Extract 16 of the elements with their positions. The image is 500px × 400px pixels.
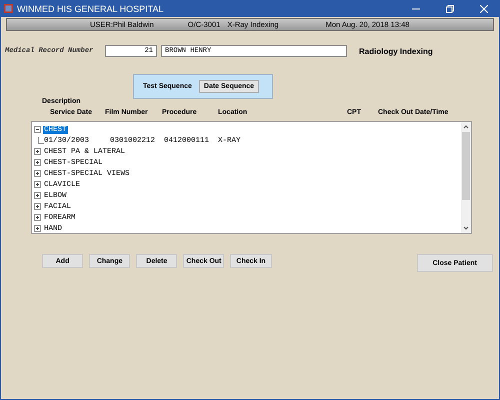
expand-icon[interactable] (34, 203, 41, 210)
expand-icon[interactable] (34, 192, 41, 199)
section-title: Radiology Indexing (359, 46, 433, 56)
window-title: WINMED HIS GENERAL HOSPITAL (17, 4, 165, 14)
tree-line-icon (38, 136, 44, 144)
scrollbar[interactable] (461, 122, 471, 233)
restore-icon[interactable] (446, 4, 454, 12)
expand-icon[interactable] (34, 214, 41, 221)
expand-icon[interactable] (34, 181, 41, 188)
expand-icon[interactable] (34, 225, 41, 232)
collapse-icon[interactable] (34, 126, 41, 133)
app-icon (4, 4, 13, 13)
expand-icon[interactable] (34, 148, 41, 155)
expand-icon[interactable] (34, 159, 41, 166)
expand-icon[interactable] (34, 170, 41, 177)
close-icon[interactable] (480, 4, 488, 12)
